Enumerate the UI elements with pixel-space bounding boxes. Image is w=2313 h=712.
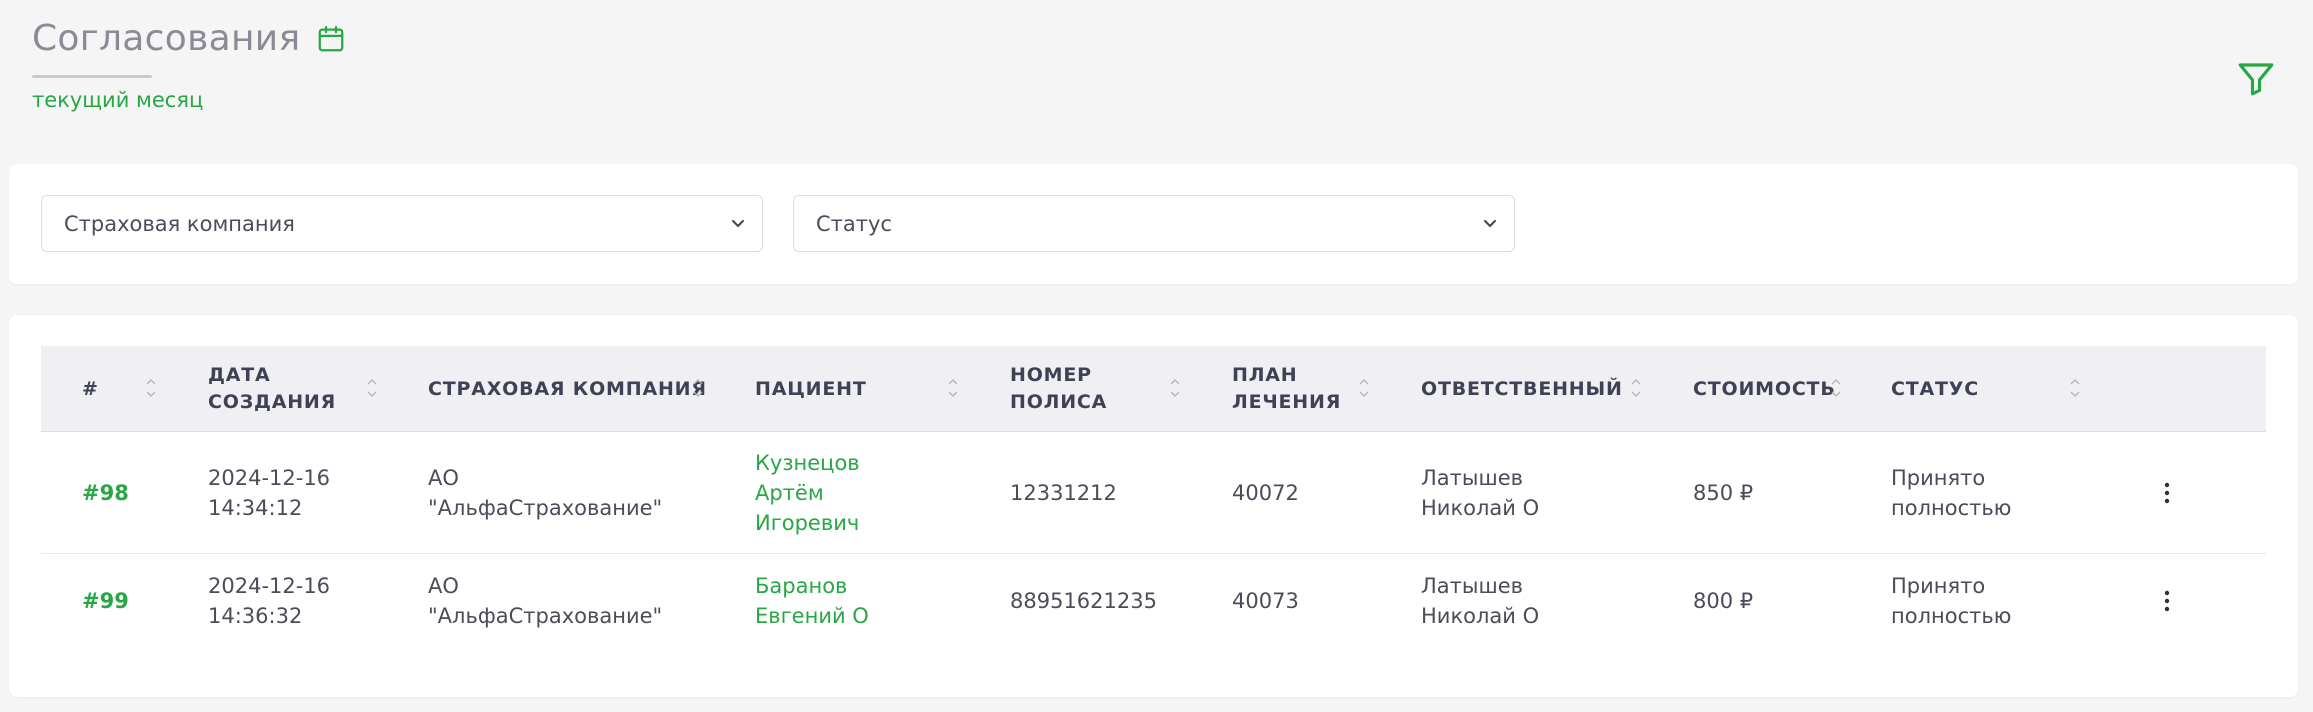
created-time: 14:36:32 (208, 604, 303, 628)
cost-cell: 800 ₽ (1693, 589, 1754, 613)
status-text: полностью (1891, 604, 2012, 628)
insurance-company-placeholder: Страховая компания (64, 211, 295, 236)
approvals-table: # ДАТА СОЗДАНИЯ СТРАХОВАЯ КОМПАНИЯ ПАЦИЕН… (9, 315, 2298, 697)
treatment-plan-cell: 40072 (1232, 480, 1299, 505)
responsible-name: Николай О (1421, 604, 1540, 628)
cost-cell: 850 ₽ (1693, 480, 1754, 505)
created-date: 2024-12-16 (208, 465, 331, 490)
company-name: "АльфаСтрахование" (428, 604, 663, 628)
period-link[interactable]: текущий месяц (32, 88, 346, 112)
column-header-status[interactable]: СТАТУС (1891, 346, 1979, 432)
row-menu-icon[interactable] (2163, 554, 2171, 648)
responsible-name: Латышев (1421, 465, 1523, 490)
column-label: СОЗДАНИЯ (208, 391, 337, 413)
created-date-cell: 2024-12-16 14:34:12 (208, 432, 330, 553)
company-name: "АльфаСтрахование" (428, 495, 663, 520)
column-label: ЛЕЧЕНИЯ (1232, 391, 1342, 413)
sort-icon[interactable] (1358, 375, 1370, 401)
sort-icon[interactable] (692, 375, 704, 401)
column-label: СТОИМОСТЬ (1693, 377, 1836, 400)
sort-icon[interactable] (366, 375, 378, 401)
table-row[interactable]: #99 2024-12-16 14:36:32 АО "АльфаСтрахован… (41, 554, 2266, 648)
created-date-cell: 2024-12-16 14:36:32 (208, 554, 330, 648)
column-label: # (82, 377, 99, 400)
responsible-cell: Латышев Николай О (1421, 432, 1539, 553)
responsible-name: Николай О (1421, 495, 1540, 520)
patient-name: Артём (755, 480, 824, 505)
approval-id-link[interactable]: #98 (82, 432, 129, 553)
created-date: 2024-12-16 (208, 574, 331, 598)
sort-icon[interactable] (145, 375, 157, 401)
column-label: ПАЦИЕНТ (755, 377, 867, 400)
column-label: ОТВЕТСТВЕННЫЙ (1421, 377, 1623, 400)
patient-name: Баранов (755, 574, 848, 598)
patient-name: Евгений О (755, 604, 869, 628)
company-name: АО (428, 574, 459, 598)
column-header-num[interactable]: # (82, 346, 99, 432)
column-label: ДАТА (208, 364, 271, 386)
sort-icon[interactable] (1830, 375, 1842, 401)
filters-panel: Страховая компания Статус (9, 164, 2298, 284)
table-row[interactable]: #98 2024-12-16 14:34:12 АО "АльфаСтрахован… (41, 432, 2266, 554)
chevron-down-icon (732, 220, 744, 228)
column-header-company[interactable]: СТРАХОВАЯ КОМПАНИЯ (428, 346, 707, 432)
page-title: Согласования (32, 18, 301, 59)
row-menu-icon[interactable] (2163, 432, 2171, 553)
policy-number-cell: 12331212 (1010, 480, 1117, 505)
status-text: Принято (1891, 574, 1986, 598)
column-label: ПОЛИСА (1010, 391, 1108, 413)
status-text: полностью (1891, 495, 2012, 520)
column-header-responsible[interactable]: ОТВЕТСТВЕННЫЙ (1421, 346, 1623, 432)
insurance-company-select[interactable]: Страховая компания (41, 195, 763, 252)
column-header-cost[interactable]: СТОИМОСТЬ (1693, 346, 1836, 432)
treatment-plan-cell: 40073 (1232, 589, 1299, 613)
calendar-icon[interactable] (316, 24, 346, 54)
column-label: НОМЕР (1010, 364, 1092, 386)
company-cell: АО "АльфаСтрахование" (428, 432, 662, 553)
created-time: 14:34:12 (208, 495, 303, 520)
filter-icon[interactable] (2235, 58, 2277, 100)
column-header-policy[interactable]: НОМЕР ПОЛИСА (1010, 346, 1107, 432)
column-header-patient[interactable]: ПАЦИЕНТ (755, 346, 867, 432)
sort-icon[interactable] (947, 375, 959, 401)
column-label: ПЛАН (1232, 364, 1298, 386)
status-cell: Принято полностью (1891, 432, 2011, 553)
company-name: АО (428, 465, 459, 490)
page-header: Согласования текущий месяц (32, 18, 346, 112)
patient-name: Кузнецов (755, 450, 860, 475)
responsible-name: Латышев (1421, 574, 1523, 598)
sort-icon[interactable] (2069, 375, 2081, 401)
patient-name: Игоревич (755, 510, 860, 535)
patient-link[interactable]: Кузнецов Артём Игоревич (755, 432, 860, 553)
responsible-cell: Латышев Николай О (1421, 554, 1539, 648)
column-header-plan[interactable]: ПЛАН ЛЕЧЕНИЯ (1232, 346, 1341, 432)
policy-number-cell: 88951621235 (1010, 589, 1157, 613)
sort-icon[interactable] (1169, 375, 1181, 401)
status-cell: Принято полностью (1891, 554, 2011, 648)
column-header-date[interactable]: ДАТА СОЗДАНИЯ (208, 346, 336, 432)
approval-id-link[interactable]: #99 (82, 554, 129, 648)
status-select[interactable]: Статус (793, 195, 1515, 252)
column-label: СТАТУС (1891, 377, 1979, 400)
company-cell: АО "АльфаСтрахование" (428, 554, 662, 648)
table-header: # ДАТА СОЗДАНИЯ СТРАХОВАЯ КОМПАНИЯ ПАЦИЕН… (41, 346, 2266, 432)
status-placeholder: Статус (816, 211, 892, 236)
sort-icon[interactable] (1630, 375, 1642, 401)
title-underline (32, 75, 152, 78)
chevron-down-icon (1484, 220, 1496, 228)
patient-link[interactable]: Баранов Евгений О (755, 554, 869, 648)
column-label: СТРАХОВАЯ КОМПАНИЯ (428, 377, 707, 400)
status-text: Принято (1891, 465, 1986, 490)
